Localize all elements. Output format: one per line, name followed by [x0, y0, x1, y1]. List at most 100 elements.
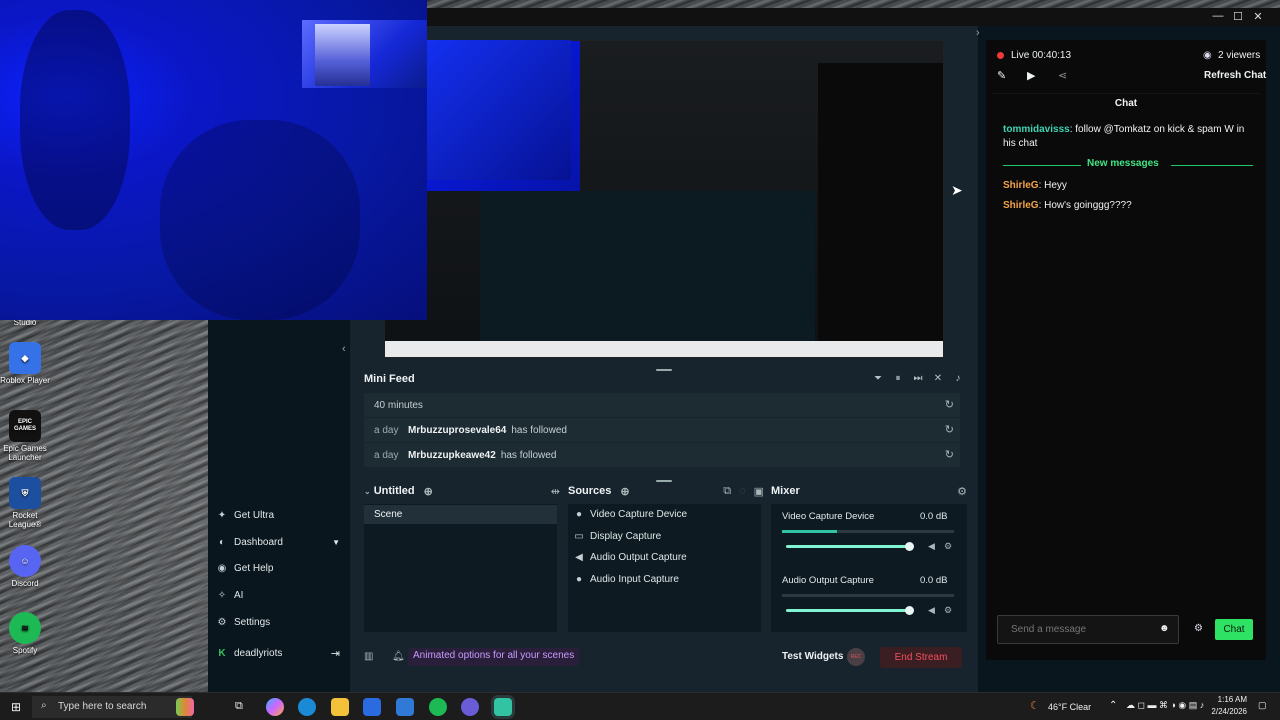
sidebar-item-ai[interactable]: ✧ AI	[216, 584, 340, 606]
desktop-icon-discord[interactable]: ☺ Discord	[0, 545, 50, 588]
add-scene-icon[interactable]: ⊕	[424, 485, 433, 498]
logout-icon[interactable]: ⇥	[331, 647, 340, 660]
source-item[interactable]: ◀ Audio Output Capture	[574, 548, 687, 566]
file-explorer-icon[interactable]	[331, 698, 349, 716]
mute-icon[interactable]: ◀	[928, 541, 935, 552]
replay-icon[interactable]: ↻	[945, 423, 954, 436]
chevron-up-icon[interactable]: ⌃	[1109, 700, 1117, 711]
resize-handle[interactable]	[656, 369, 672, 371]
feed-action: has followed	[500, 449, 557, 461]
maximize-icon[interactable]: ☐	[1228, 10, 1248, 23]
edit-stream-info-icon[interactable]: ✎	[997, 69, 1006, 82]
streamlabs-active-icon[interactable]	[494, 698, 512, 716]
windows-start-icon[interactable]: ⊞	[11, 700, 21, 714]
clip-icon[interactable]: ▶	[1027, 69, 1035, 82]
gear-icon[interactable]: ⚙	[944, 541, 952, 552]
volume-icon[interactable]: ♪	[950, 373, 966, 384]
filter-icon[interactable]: ⏷	[870, 373, 886, 384]
streamlabs-logo-icon: K	[218, 647, 226, 659]
chevron-down-icon[interactable]: ⌄	[364, 487, 371, 496]
end-stream-button[interactable]: End Stream	[880, 647, 962, 668]
test-widgets-button[interactable]: Test Widgets	[782, 651, 843, 662]
notification-icon[interactable]: 🔔︎	[392, 651, 405, 662]
volume-slider[interactable]	[786, 542, 915, 551]
expand-right-icon[interactable]: ›	[976, 27, 980, 39]
skip-icon[interactable]: ⏭	[910, 373, 926, 384]
clock-date[interactable]: 2/24/2026	[1202, 707, 1247, 716]
emoji-icon[interactable]: ☻	[1159, 623, 1170, 634]
refresh-chat-button[interactable]: Refresh Chat	[1204, 70, 1266, 81]
chat-input[interactable]	[997, 615, 1179, 644]
transition-icon[interactable]: ⇹	[551, 485, 560, 498]
source-label: Audio Output Capture	[590, 551, 687, 563]
folder-icon[interactable]: ▣	[754, 485, 764, 498]
gear-icon[interactable]: ⚙	[944, 605, 952, 616]
windows-taskbar: ⊞ ⌕ Type here to search ⧉ ☾ 46°F Clear ⌃…	[0, 692, 1280, 720]
desktop-icon-epic-games[interactable]: EPIC GAMES Epic Games Launcher	[0, 410, 50, 462]
notifications-icon[interactable]: ▢	[1258, 700, 1267, 711]
webcam-overlay-extension	[427, 40, 571, 180]
sources-list	[568, 504, 761, 632]
source-label: Display Capture	[590, 530, 662, 542]
chat-username[interactable]: ShirleG	[1003, 180, 1039, 191]
tray-icons[interactable]: ☁ ◻ ▬ ⌘ ◑ ◉ ▤ ♪	[1126, 700, 1204, 711]
replay-icon[interactable]: ↻	[945, 398, 954, 411]
weather-text[interactable]: 46°F Clear	[1048, 702, 1091, 712]
promo-banner[interactable]: Animated options for all your scenes	[408, 648, 580, 666]
outlook-icon[interactable]	[396, 698, 414, 716]
desktop-icon-roblox-player[interactable]: ◆ Roblox Player	[0, 342, 50, 385]
source-label: Audio Input Capture	[590, 573, 679, 585]
mixer-channel-db: 0.0 dB	[920, 511, 948, 522]
clock-time[interactable]: 1:16 AM	[1207, 695, 1247, 704]
desktop-icon-label: Discord	[11, 579, 39, 588]
sidebar-item-settings[interactable]: ⚙ Settings	[216, 611, 340, 633]
edge-icon[interactable]	[298, 698, 316, 716]
sidebar-user[interactable]: K deadlyriots ⇥	[216, 642, 340, 664]
spotify-icon[interactable]	[429, 698, 447, 716]
webcam-inset-figure	[315, 24, 370, 86]
gear-icon[interactable]: ⚙	[957, 485, 967, 498]
mute-alerts-icon[interactable]: ✕	[930, 373, 946, 384]
epic-games-icon: EPIC GAMES	[9, 410, 41, 442]
gear-icon: ⚙	[217, 616, 227, 628]
desktop-icon-rocket-league[interactable]: ⛨ Rocket League®	[0, 477, 50, 529]
sidebar-item-dashboard[interactable]: ◐ Dashboard ▼	[216, 531, 340, 553]
pause-icon[interactable]: ⏸	[890, 373, 906, 384]
visibility-icon[interactable]: ◌	[739, 485, 746, 497]
sidebar-item-get-ultra[interactable]: ✦ Get Ultra	[216, 504, 340, 526]
desktop-icon-spotify[interactable]: ≋ Spotify	[0, 612, 50, 655]
copilot-icon[interactable]	[266, 698, 284, 716]
send-chat-button[interactable]: Chat	[1215, 619, 1253, 640]
task-view-icon[interactable]: ⧉	[235, 700, 243, 713]
help-icon: ◉	[217, 562, 227, 574]
sidebar-item-get-help[interactable]: ◉ Get Help	[216, 557, 340, 579]
scene-collection-title[interactable]: Untitled	[374, 485, 415, 497]
source-item[interactable]: ▭ Display Capture	[574, 527, 661, 545]
group-icon[interactable]: ⧉	[723, 485, 731, 498]
chat-username[interactable]: ShirleG	[1003, 200, 1039, 211]
close-icon[interactable]: ✕	[1248, 10, 1268, 23]
gear-icon[interactable]: ⚙	[1194, 623, 1203, 634]
scene-item[interactable]: Scene	[364, 505, 557, 524]
mute-icon[interactable]: ◀	[928, 605, 935, 616]
desktop-icon-label: Rocket League®	[8, 511, 42, 529]
add-source-icon[interactable]: ⊕	[620, 485, 629, 498]
volume-slider[interactable]	[786, 606, 915, 615]
epic-games-logo-text: EPIC GAMES	[13, 419, 36, 432]
chat-username[interactable]: tommidavisss	[1003, 124, 1070, 135]
performance-icon[interactable]: ▥	[364, 651, 373, 662]
taskbar-search[interactable]: ⌕ Type here to search	[32, 696, 192, 718]
feed-time: a day	[374, 424, 399, 436]
share-icon[interactable]: ⋖	[1058, 69, 1067, 82]
streamlabs-taskbar-icon[interactable]	[461, 698, 479, 716]
live-indicator	[997, 52, 1004, 59]
new-messages-divider: New messages	[1003, 158, 1253, 172]
source-item[interactable]: ● Video Capture Device	[574, 505, 687, 523]
microsoft-store-icon[interactable]	[363, 698, 381, 716]
replay-icon[interactable]: ↻	[945, 448, 954, 461]
divider-line	[1171, 165, 1253, 166]
source-item[interactable]: ● Audio Input Capture	[574, 570, 679, 588]
record-button[interactable]: REC	[847, 648, 865, 666]
minimize-icon[interactable]: —	[1208, 10, 1228, 22]
collapse-left-icon[interactable]: ‹	[342, 343, 346, 355]
